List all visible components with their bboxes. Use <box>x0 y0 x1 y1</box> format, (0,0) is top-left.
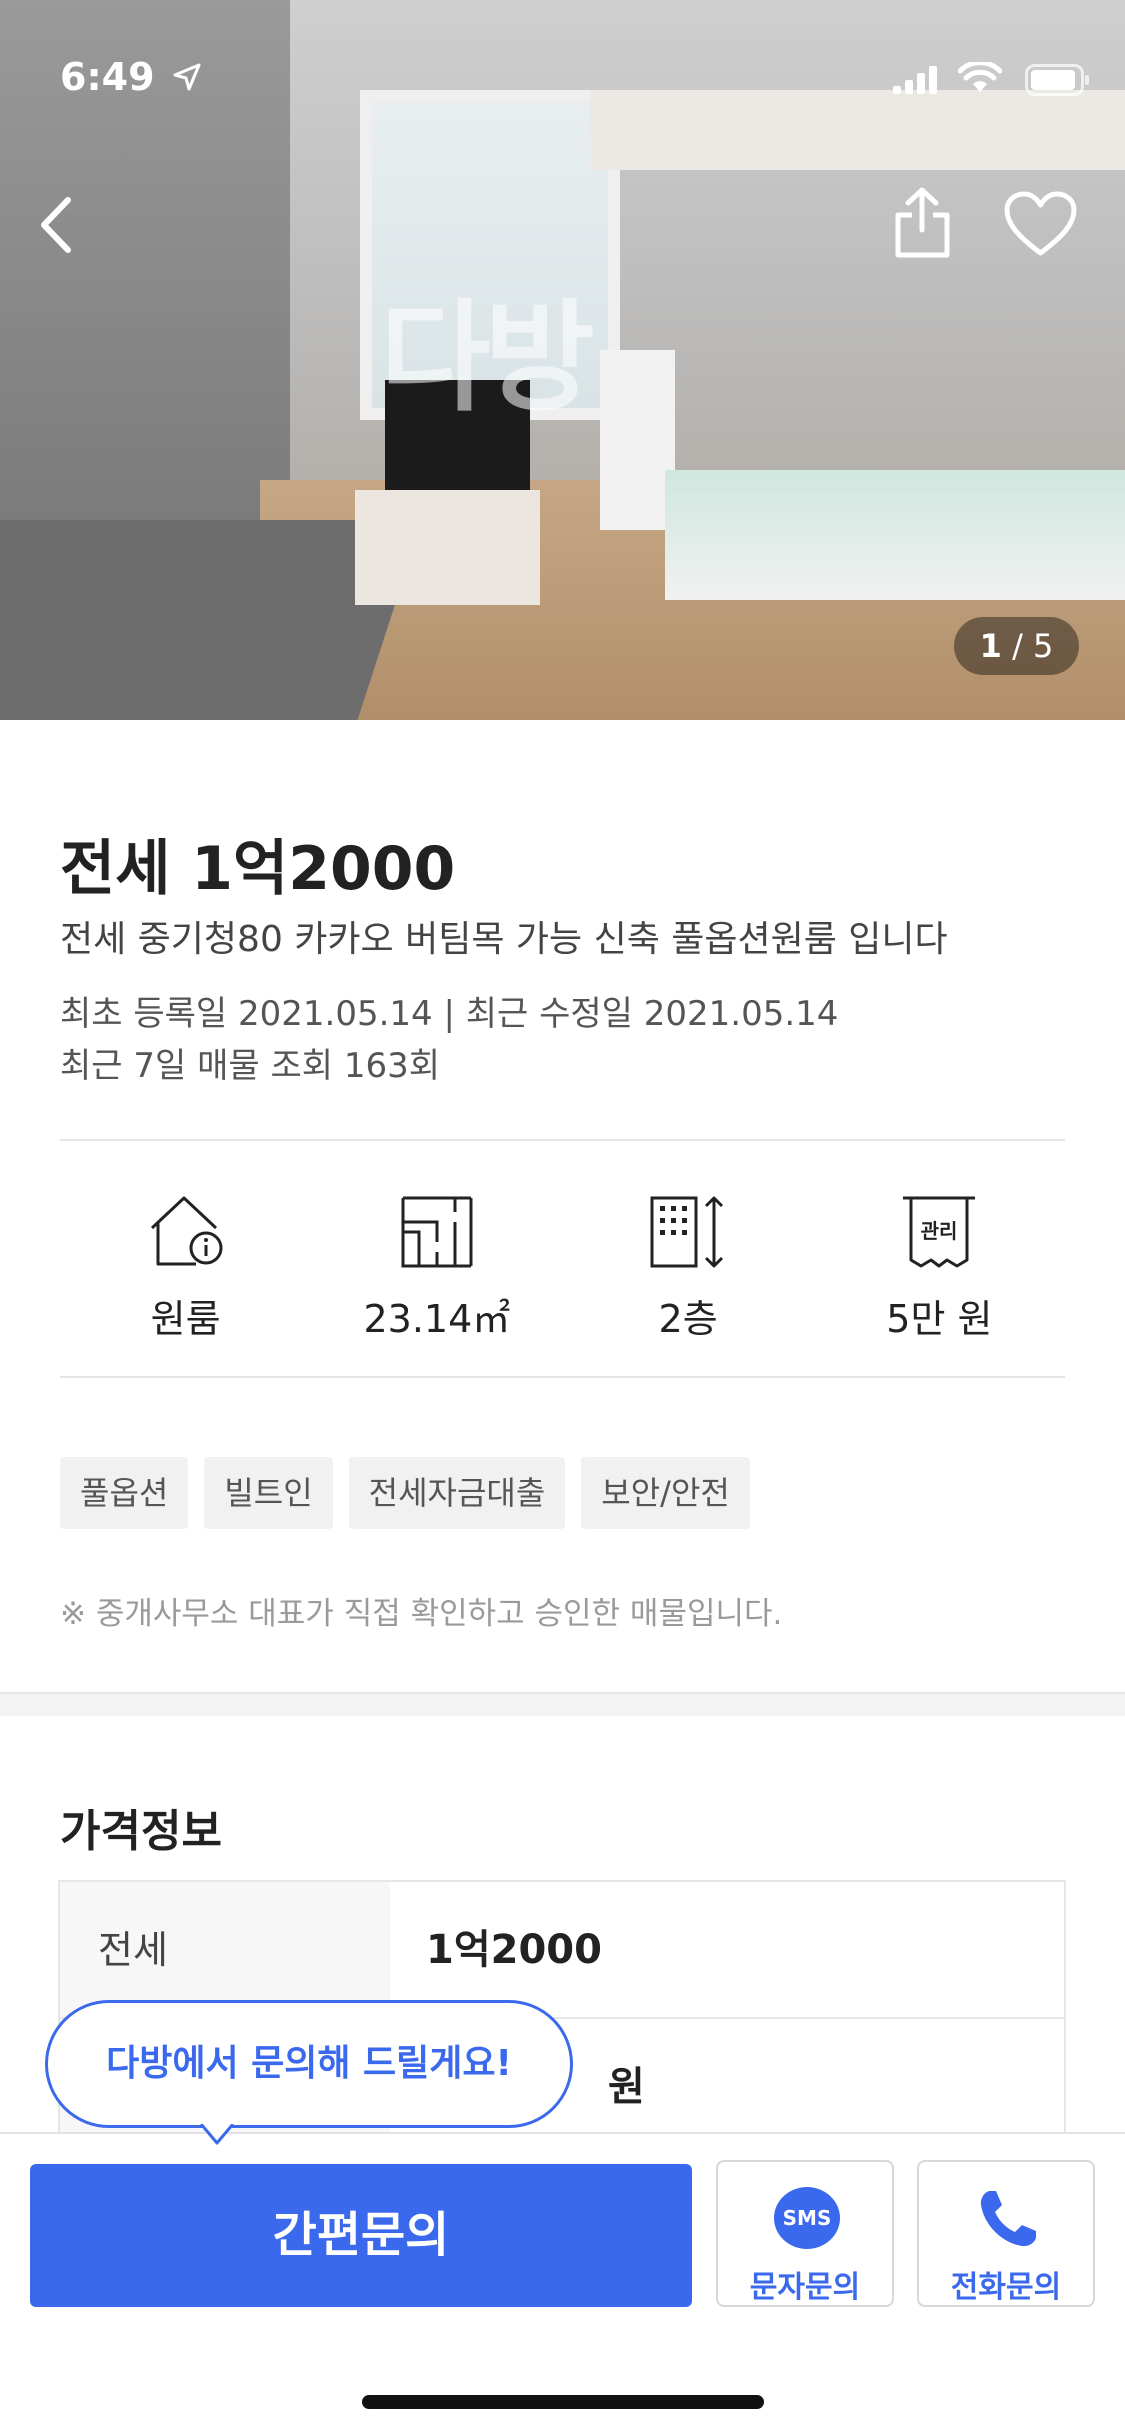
maintenance-icon-text: 관리 <box>921 1219 958 1243</box>
spec-room-type-label: 원룸 <box>150 1297 221 1341</box>
location-arrow-icon <box>173 63 201 91</box>
spec-room-type: 원룸 <box>60 1140 311 1377</box>
tag-list: 풀옵션 빌트인 전세자금대출 보안/안전 <box>60 1457 750 1529</box>
tooltip-tail <box>200 2124 234 2145</box>
tag-item: 전세자금대출 <box>348 1457 566 1529</box>
spec-area: 23.14㎡ <box>311 1140 562 1377</box>
quick-inquiry-button[interactable]: 간편문의 <box>30 2164 692 2307</box>
home-indicator <box>362 2395 764 2409</box>
verification-note: ※ 중개사무소 대표가 직접 확인하고 승인한 매물입니다. <box>60 1596 783 1632</box>
photo-bed <box>665 470 1125 600</box>
photo-counter-current: 1 <box>979 627 1002 665</box>
listing-dates: 최초 등록일 2021.05.14 | 최근 수정일 2021.05.14 최근… <box>60 988 838 1092</box>
view-count: 최근 7일 매물 조회 163회 <box>60 1046 440 1086</box>
back-button[interactable] <box>30 190 90 260</box>
price-title: 전세 1억2000 <box>60 834 456 904</box>
sms-inquiry-label: 문자문의 <box>749 2270 861 2305</box>
price-key: 전세 <box>60 1882 390 2017</box>
price-value: 1억2000 <box>426 1927 602 1973</box>
spec-floor-label: 2층 <box>658 1297 718 1341</box>
sms-icon: SMS <box>774 2187 840 2249</box>
tag-item: 빌트인 <box>204 1457 333 1529</box>
status-bar: 6:49 <box>0 0 1125 140</box>
heart-icon <box>1004 191 1077 256</box>
favorite-button[interactable] <box>1003 190 1078 258</box>
battery-icon <box>1025 64 1089 96</box>
call-inquiry-button[interactable]: 전화문의 <box>917 2160 1095 2307</box>
photo-counter-total: / 5 <box>1012 627 1054 665</box>
status-time: 6:49 <box>60 55 155 99</box>
share-icon <box>895 187 950 258</box>
call-inquiry-label: 전화문의 <box>950 2270 1062 2305</box>
table-row: 전세 1억2000 <box>60 1882 1064 2019</box>
spec-maintenance-label: 5만 원 <box>886 1297 993 1341</box>
maintenance-fee-icon: 관리 <box>903 1196 976 1268</box>
spec-floor: 2층 <box>563 1140 814 1377</box>
tag-item: 보안/안전 <box>581 1457 750 1529</box>
inquiry-tooltip: 다방에서 문의해 드릴게요! <box>45 2000 573 2128</box>
registered-dates: 최초 등록일 2021.05.14 | 최근 수정일 2021.05.14 <box>60 994 839 1034</box>
divider <box>60 1376 1065 1378</box>
sms-inquiry-button[interactable]: SMS 문자문의 <box>716 2160 894 2307</box>
wifi-icon <box>958 62 1002 92</box>
photo-tv-stand <box>355 490 540 605</box>
spec-area-label: 23.14㎡ <box>363 1297 511 1341</box>
photo-fridge <box>600 350 675 530</box>
spec-maintenance-fee: 관리 5만 원 <box>814 1140 1065 1377</box>
price-info-title: 가격정보 <box>60 1806 222 1857</box>
tag-item: 풀옵션 <box>60 1457 189 1529</box>
photo-counter-badge: 1 / 5 <box>954 617 1079 675</box>
signal-icon <box>893 66 937 94</box>
building-floor-icon <box>650 1196 724 1268</box>
spec-summary: 원룸 23.14㎡ 2층 관리 5만 원 <box>60 1140 1065 1377</box>
listing-description: 전세 중기청80 카카오 버팀목 가능 신축 풀옵션원룸 입니다 <box>60 919 948 960</box>
watermark: 다방 <box>380 289 595 428</box>
chevron-left-icon <box>41 197 71 253</box>
section-separator <box>0 1692 1125 1716</box>
house-info-icon <box>150 1196 223 1266</box>
share-button[interactable] <box>890 185 955 260</box>
phone-icon <box>980 2191 1036 2247</box>
floorplan-icon <box>401 1196 473 1268</box>
